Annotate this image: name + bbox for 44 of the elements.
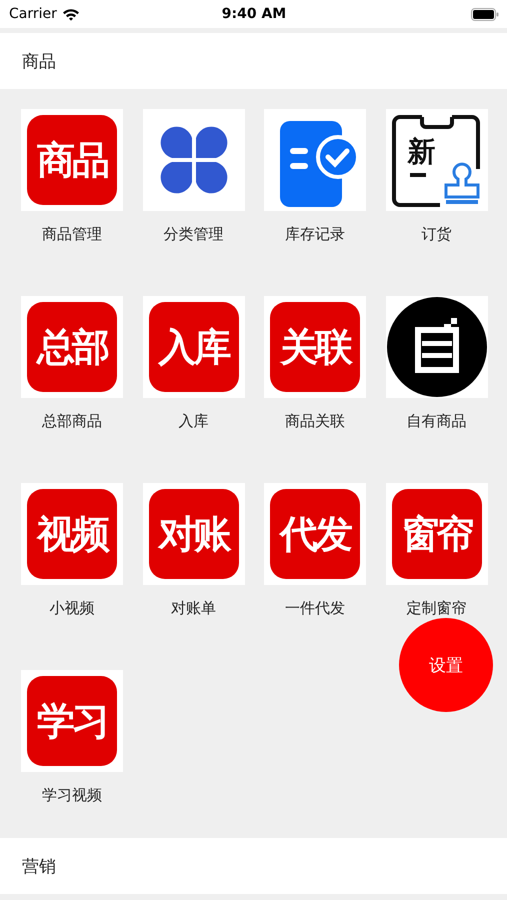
app-icon: 关联 [270,302,360,392]
tile-label: 一件代发 [285,599,345,618]
grid-tile[interactable]: 对账 [142,483,244,585]
grid-tile[interactable]: 学习 [21,670,123,772]
section-title: 商品 [22,50,56,72]
app-icon: 视频 [27,489,117,579]
settings-button[interactable]: 设置 [399,618,493,712]
tile-label: 库存记录 [285,225,345,244]
status-time: 9:40 AM [222,6,286,22]
wifi-icon [62,8,80,20]
section-title: 营销 [22,856,56,878]
grid-tile[interactable]: 商品 [21,109,123,211]
tile-label: 自有商品 [406,412,466,431]
icon-glyph: 新 [408,134,436,170]
app-icon: 对账 [148,489,238,579]
tile-label: 学习视频 [42,786,102,805]
app-logo-icon [386,296,488,398]
grid-tile[interactable]: 新 [386,109,488,211]
grid-tile[interactable] [142,109,244,211]
tile-label: 定制窗帘 [406,599,466,618]
app-icon: 入库 [148,302,238,392]
tile-label: 总部商品 [42,412,102,431]
tile-label: 分类管理 [164,225,224,244]
grid-tile[interactable]: 总部 [21,296,123,398]
app-icon: 商品 [27,115,117,205]
grid-tile[interactable]: 窗帘 [386,483,488,585]
grid-tile[interactable]: 代发 [264,483,366,585]
grid-tile[interactable] [386,296,488,398]
grid-tile[interactable] [264,109,366,211]
tile-label: 对账单 [171,599,216,618]
app-icon: 学习 [27,676,117,766]
grid-tile[interactable]: 入库 [142,296,244,398]
tile-label: 商品关联 [285,412,345,431]
carrier-name: Carrier [9,6,57,22]
tile-label: 商品管理 [42,225,102,244]
app-icon: 总部 [27,302,117,392]
grid-tile[interactable]: 关联 [264,296,366,398]
tile-label: 小视频 [50,599,94,618]
tile-label: 入库 [178,412,208,431]
battery-icon [471,8,499,20]
grid-tile[interactable]: 视频 [21,483,123,585]
tile-label: 订货 [422,225,452,244]
app-icon: 代发 [270,489,360,579]
app-icon: 窗帘 [392,489,482,579]
